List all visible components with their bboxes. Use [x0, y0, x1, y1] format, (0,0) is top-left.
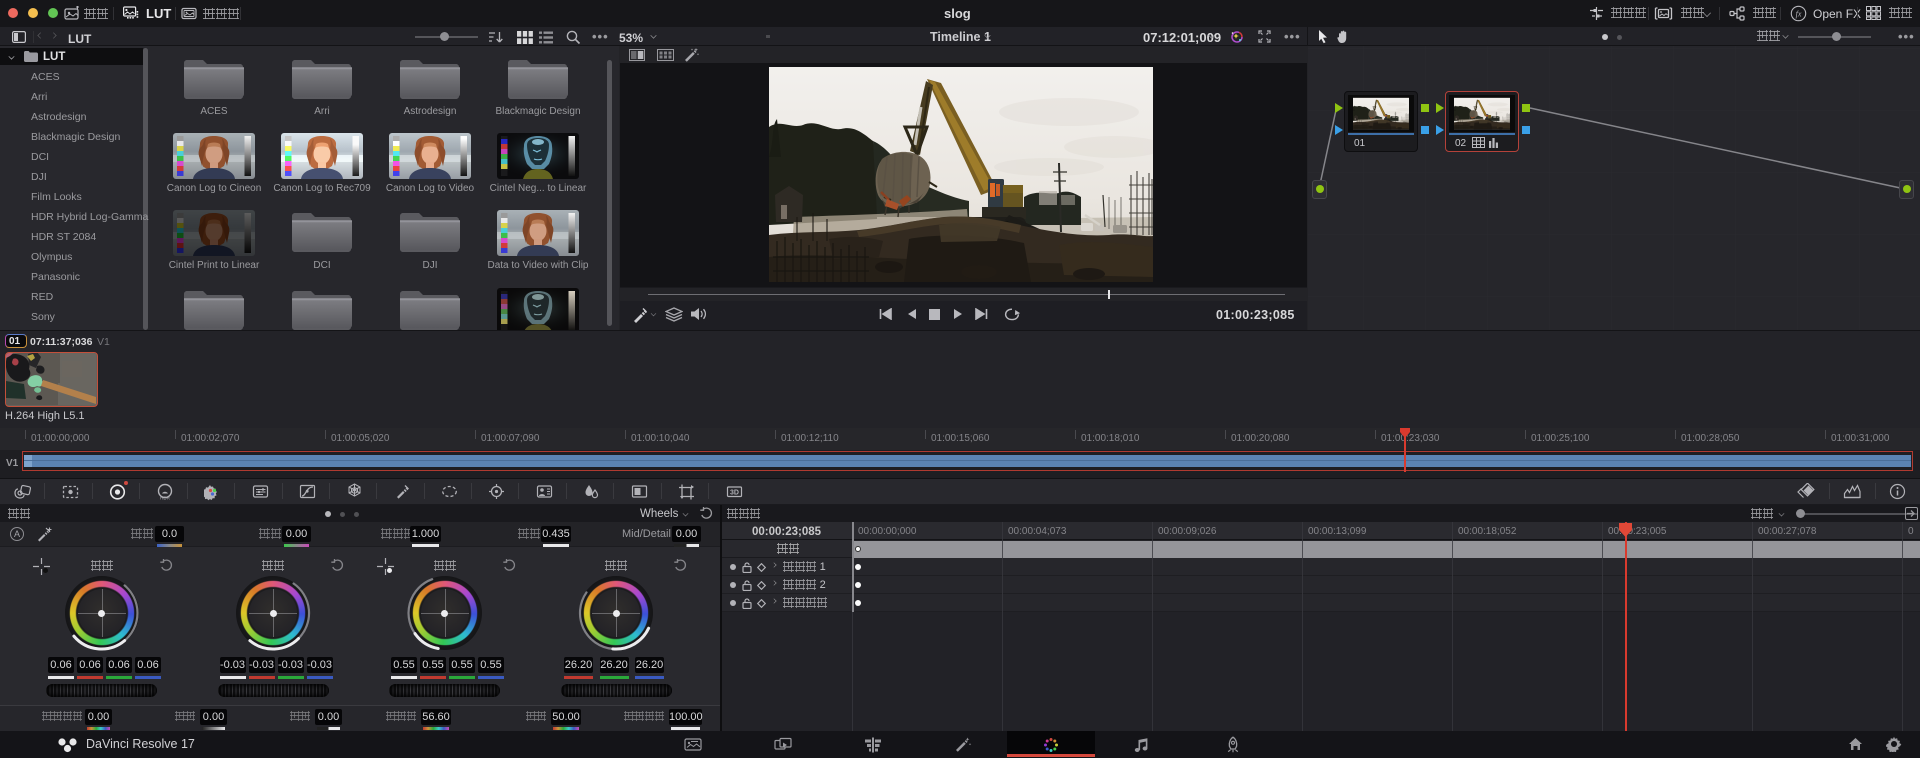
svg-text:fx: fx	[1796, 10, 1802, 19]
svg-text:HDR: HDR	[160, 496, 170, 501]
svg-text:3D: 3D	[730, 490, 739, 497]
